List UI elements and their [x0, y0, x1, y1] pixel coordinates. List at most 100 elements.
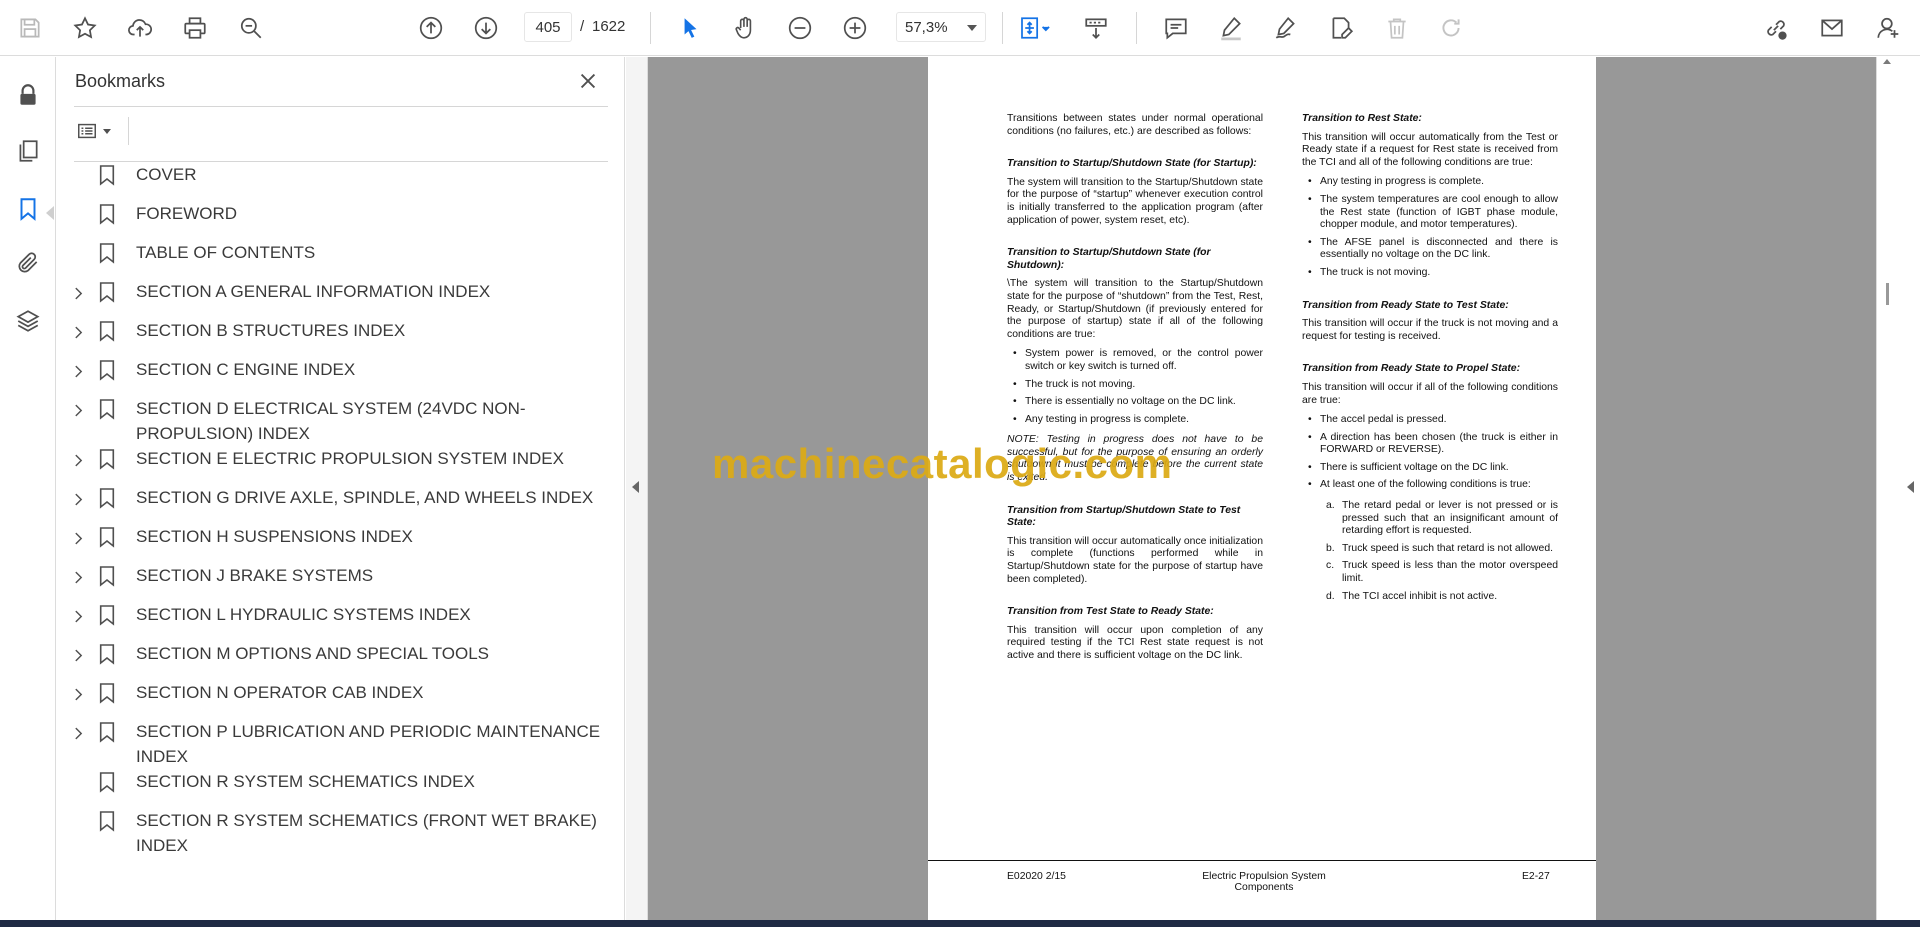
list-marker: a.	[1326, 500, 1335, 512]
paragraph: This transition will occur automatically…	[1007, 535, 1263, 585]
bookmark-label: COVER	[136, 165, 197, 184]
list-item: The AFSE panel is disconnected and there…	[1302, 237, 1558, 262]
zoom-select[interactable]: 57,3%	[896, 12, 986, 42]
zoom-in-icon[interactable]	[837, 10, 873, 46]
chevron-right-icon[interactable]	[67, 604, 90, 628]
bookmark-item[interactable]: SECTION J BRAKE SYSTEMS	[57, 563, 625, 602]
left-column: Transitions between states under normal …	[1007, 113, 1263, 670]
bookmark-icon	[98, 398, 118, 422]
bookmark-label: SECTION E ELECTRIC PROPULSION SYSTEM IND…	[136, 449, 564, 468]
select-cursor-icon[interactable]	[672, 10, 708, 46]
bookmark-icon	[98, 565, 118, 589]
chevron-right-icon[interactable]	[67, 643, 90, 667]
bookmark-item[interactable]: TABLE OF CONTENTS	[57, 240, 625, 279]
layers-icon[interactable]	[10, 303, 46, 339]
bookmark-icon	[98, 359, 118, 383]
hand-tool-icon[interactable]	[727, 10, 763, 46]
redo-icon[interactable]	[1433, 10, 1469, 46]
delete-icon[interactable]	[1379, 10, 1415, 46]
print-icon[interactable]	[177, 10, 213, 46]
comment-icon[interactable]	[1158, 10, 1194, 46]
bookmark-item[interactable]: SECTION P LUBRICATION AND PERIODIC MAINT…	[57, 719, 625, 769]
close-icon[interactable]	[575, 68, 601, 94]
bookmark-icon	[98, 448, 118, 472]
bookmark-item[interactable]: COVER	[57, 162, 625, 201]
bookmarks-panel: Bookmarks COVER FOREWORD TABLE OF CONTENTS…	[57, 57, 625, 920]
fill-sign-icon[interactable]	[1323, 10, 1359, 46]
bookmark-item[interactable]: SECTION M OPTIONS AND SPECIAL TOOLS	[57, 641, 625, 680]
bookmark-panel-icon[interactable]	[10, 191, 46, 227]
chevron-right-icon[interactable]	[67, 359, 90, 383]
find-text-icon[interactable]	[233, 10, 269, 46]
add-person-icon[interactable]	[1870, 10, 1906, 46]
list-item: c. Truck speed is less than the motor ove…	[1320, 560, 1558, 585]
list-options-icon	[78, 123, 96, 139]
bullet-list: Any testing in progress is complete. The…	[1302, 176, 1558, 279]
page-fit-icon[interactable]	[1012, 10, 1058, 46]
bookmark-item[interactable]: SECTION D ELECTRICAL SYSTEM (24VDC NON-P…	[57, 396, 625, 446]
star-icon[interactable]	[67, 10, 103, 46]
chevron-right-icon[interactable]	[67, 320, 90, 344]
bookmark-label: SECTION R SYSTEM SCHEMATICS (FRONT WET B…	[136, 811, 597, 855]
bookmark-item[interactable]: SECTION H SUSPENSIONS INDEX	[57, 524, 625, 563]
list-item: System power is removed, or the control …	[1007, 348, 1263, 373]
bookmark-item[interactable]: SECTION N OPERATOR CAB INDEX	[57, 680, 625, 719]
expand-spacer	[67, 242, 90, 266]
page-number-input[interactable]	[524, 12, 572, 42]
vertical-scrollbar[interactable]	[1878, 57, 1896, 920]
bookmark-options-button[interactable]	[75, 118, 121, 144]
zoom-out-icon[interactable]	[782, 10, 818, 46]
chevron-right-icon[interactable]	[67, 682, 90, 706]
bookmark-label: SECTION B STRUCTURES INDEX	[136, 321, 406, 340]
chevron-right-icon[interactable]	[67, 721, 90, 745]
scroll-up-icon[interactable]	[1880, 57, 1894, 65]
scrolling-mode-icon[interactable]	[1078, 10, 1114, 46]
draw-freehand-icon[interactable]	[1268, 10, 1304, 46]
list-marker: c.	[1326, 560, 1335, 572]
bookmark-item[interactable]: SECTION R SYSTEM SCHEMATICS INDEX	[57, 769, 625, 808]
next-page-icon[interactable]	[468, 10, 504, 46]
lettered-list: a. The retard pedal or lever is not press…	[1320, 500, 1558, 603]
bookmark-label: SECTION P LUBRICATION AND PERIODIC MAINT…	[136, 722, 601, 766]
bookmark-item[interactable]: SECTION E ELECTRIC PROPULSION SYSTEM IND…	[57, 446, 625, 485]
bookmark-icon	[98, 281, 118, 305]
bookmark-label: SECTION A GENERAL INFORMATION INDEX	[136, 282, 491, 301]
attachment-icon[interactable]	[10, 245, 46, 281]
chevron-right-icon[interactable]	[67, 448, 90, 472]
section-heading: Transition to Rest State:	[1302, 113, 1422, 124]
pdf-page: Transitions between states under normal …	[928, 57, 1596, 920]
expand-spacer	[67, 771, 90, 795]
bookmark-item[interactable]: SECTION B STRUCTURES INDEX	[57, 318, 625, 357]
bookmark-item[interactable]: FOREWORD	[57, 201, 625, 240]
bookmark-item[interactable]: SECTION G DRIVE AXLE, SPINDLE, AND WHEEL…	[57, 485, 625, 524]
footer-page-number: E2-27	[1522, 871, 1550, 882]
save-icon[interactable]	[12, 10, 48, 46]
chevron-right-icon[interactable]	[67, 565, 90, 589]
paragraph: Transitions between states under normal …	[1007, 113, 1263, 137]
upload-cloud-icon[interactable]	[122, 10, 158, 46]
bookmark-item[interactable]: SECTION A GENERAL INFORMATION INDEX	[57, 279, 625, 318]
bookmark-label: SECTION J BRAKE SYSTEMS	[136, 566, 374, 585]
bookmark-item[interactable]: SECTION C ENGINE INDEX	[57, 357, 625, 396]
bookmark-icon	[98, 721, 118, 745]
highlight-pen-icon[interactable]	[1213, 10, 1249, 46]
chevron-right-icon[interactable]	[67, 526, 90, 550]
bookmark-list: COVER FOREWORD TABLE OF CONTENTS SECTION A …	[57, 162, 625, 858]
bookmark-icon	[98, 242, 118, 266]
scrollbar-thumb[interactable]	[1886, 283, 1889, 305]
chevron-right-icon[interactable]	[67, 398, 90, 422]
page-thumbnails-icon[interactable]	[10, 133, 46, 169]
share-link-icon[interactable]	[1758, 10, 1794, 46]
collapse-panel-handle[interactable]	[626, 57, 648, 920]
bookmark-icon	[98, 203, 118, 227]
lock-icon[interactable]	[10, 77, 46, 113]
previous-page-icon[interactable]	[413, 10, 449, 46]
list-item-text: The retard pedal or lever is not pressed…	[1342, 500, 1558, 537]
bookmark-item[interactable]: SECTION L HYDRAULIC SYSTEMS INDEX	[57, 602, 625, 641]
chevron-right-icon[interactable]	[67, 281, 90, 305]
email-icon[interactable]	[1814, 10, 1850, 46]
paragraph: This transition will occur if all of the…	[1302, 381, 1558, 406]
chevron-right-icon[interactable]	[67, 487, 90, 511]
bookmark-item[interactable]: SECTION R SYSTEM SCHEMATICS (FRONT WET B…	[57, 808, 625, 858]
bookmark-label: SECTION G DRIVE AXLE, SPINDLE, AND WHEEL…	[136, 488, 594, 507]
